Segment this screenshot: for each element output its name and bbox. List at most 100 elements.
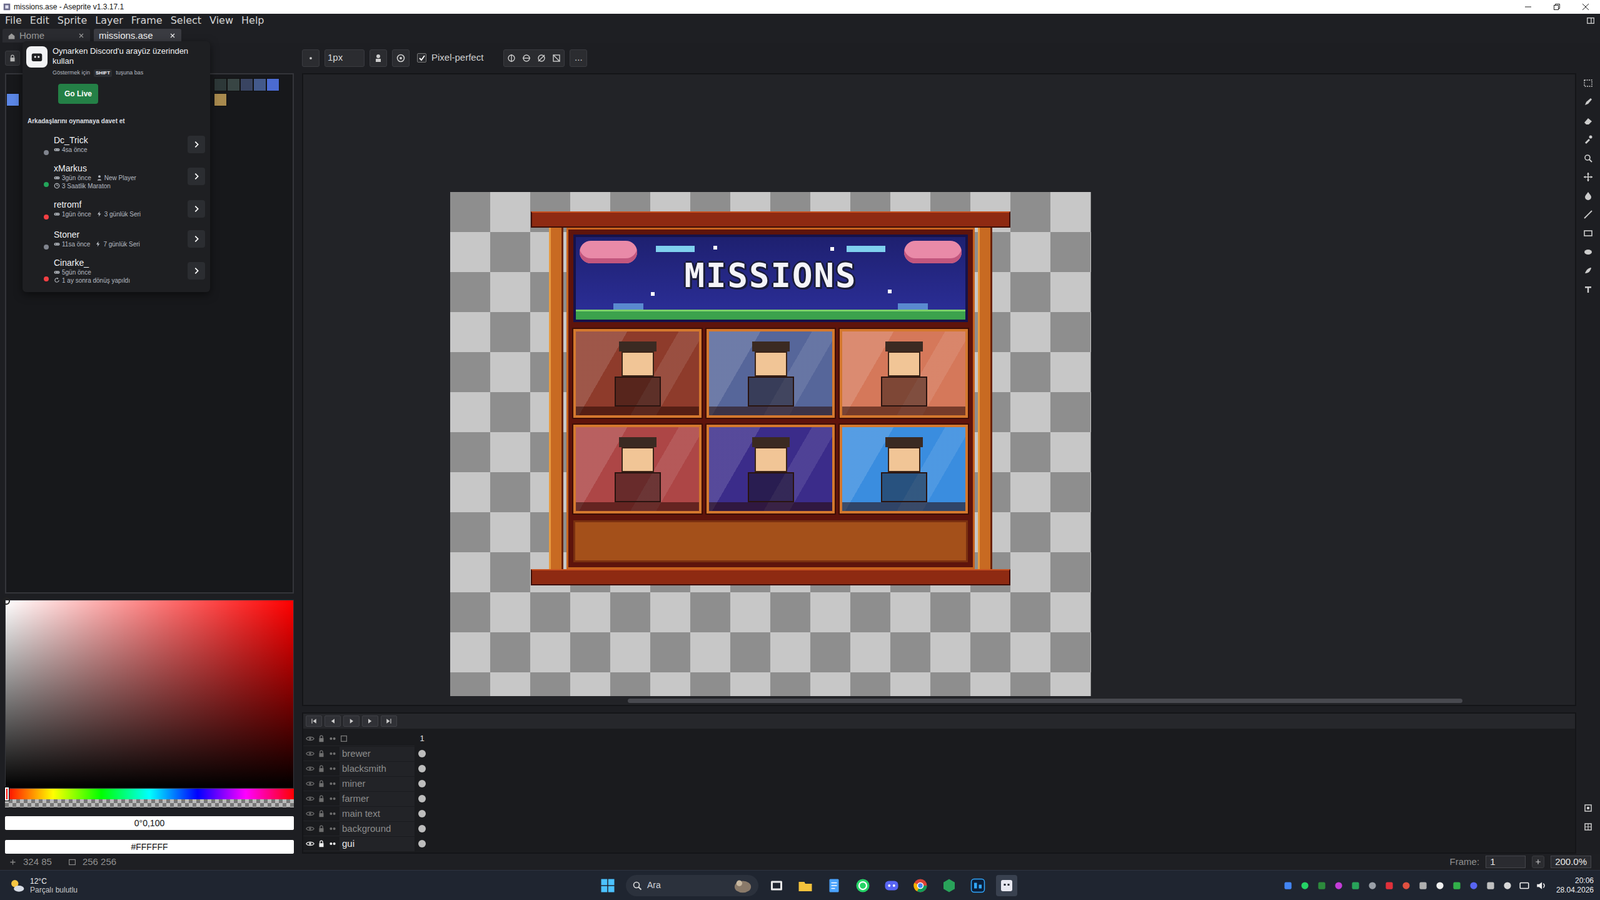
symmetry-icon[interactable] <box>521 53 532 64</box>
invite-button[interactable] <box>187 167 206 186</box>
layer-row[interactable]: gui <box>303 835 1575 851</box>
taskbar-app[interactable] <box>765 874 788 896</box>
menu-item[interactable]: Help <box>238 14 270 27</box>
taskbar-app[interactable] <box>794 874 816 896</box>
menu-item[interactable]: File <box>2 14 28 27</box>
opacity-button[interactable] <box>392 49 410 67</box>
palette-swatch[interactable] <box>213 78 227 92</box>
menu-item[interactable]: Select <box>168 14 207 27</box>
sprite-canvas[interactable]: MISSIONS <box>450 191 1092 696</box>
tool-button[interactable] <box>1579 225 1597 242</box>
palette-swatch[interactable] <box>253 78 267 92</box>
eye-icon[interactable] <box>305 839 315 848</box>
close-button[interactable] <box>1571 0 1600 14</box>
eye-icon[interactable] <box>305 779 315 788</box>
cel[interactable] <box>414 824 430 833</box>
pixel-perfect-option[interactable]: Pixel-perfect <box>417 50 484 66</box>
mission-card[interactable] <box>839 328 968 418</box>
hex-field[interactable]: #FFFFFF <box>5 839 294 854</box>
eye-icon[interactable] <box>305 764 315 773</box>
taskbar-app[interactable] <box>909 874 931 896</box>
tray-app-icon[interactable] <box>1484 879 1497 891</box>
playback-button[interactable] <box>305 715 323 727</box>
mission-card[interactable] <box>573 424 702 514</box>
eye-icon[interactable] <box>305 824 315 833</box>
lock-icon[interactable] <box>316 809 326 818</box>
tool-button[interactable] <box>1579 112 1597 129</box>
layer-group-icon[interactable] <box>339 734 349 743</box>
tool-button[interactable] <box>1579 262 1597 279</box>
link-icon[interactable] <box>328 794 338 803</box>
layer-row[interactable]: background <box>303 820 1575 836</box>
layer-name[interactable]: brewer <box>339 746 415 761</box>
layer-row[interactable]: miner <box>303 775 1575 791</box>
frame-field[interactable]: 1 <box>1485 855 1526 868</box>
menu-item[interactable]: Frame <box>128 14 169 27</box>
link-icon[interactable] <box>328 749 338 758</box>
document-tab[interactable]: missions.ase <box>93 28 182 43</box>
tool-button[interactable] <box>1579 168 1597 186</box>
hsv-field[interactable]: 0°0,100 <box>5 815 294 830</box>
minimize-button[interactable] <box>1513 0 1543 14</box>
tray-app-icon[interactable] <box>1501 879 1514 891</box>
go-live-button[interactable]: Go Live <box>58 83 99 104</box>
cel[interactable] <box>414 809 430 818</box>
link-icon[interactable] <box>328 809 338 818</box>
lock-icon[interactable] <box>316 794 326 803</box>
tool-button[interactable] <box>1579 150 1597 167</box>
playback-button[interactable] <box>343 715 360 727</box>
restore-button[interactable] <box>1542 0 1572 14</box>
add-frame-button[interactable] <box>1531 855 1545 868</box>
symmetry-icon[interactable] <box>551 53 562 64</box>
layer-name[interactable]: gui <box>339 836 415 851</box>
layer-name[interactable]: blacksmith <box>339 761 415 776</box>
playback-button[interactable] <box>380 715 398 727</box>
lock-icon[interactable] <box>316 839 326 848</box>
mission-card[interactable] <box>839 424 968 514</box>
tool-button[interactable] <box>1579 187 1597 204</box>
layer-name[interactable]: farmer <box>339 791 415 806</box>
tool-button[interactable] <box>1579 93 1597 111</box>
network-icon[interactable] <box>1518 879 1530 891</box>
invite-button[interactable] <box>187 200 206 218</box>
timeline-toggle-button[interactable] <box>1579 799 1597 816</box>
cel[interactable] <box>414 749 430 758</box>
close-icon[interactable] <box>77 31 86 40</box>
volume-icon[interactable] <box>1535 879 1547 891</box>
mission-card[interactable] <box>706 424 835 514</box>
tray-app-icon[interactable] <box>1299 879 1311 891</box>
search-placeholder[interactable]: Ara <box>647 878 729 892</box>
lock-button[interactable] <box>5 50 21 66</box>
alpha-slider[interactable] <box>5 799 294 808</box>
playback-button[interactable] <box>324 715 341 727</box>
brush-size-field[interactable]: 1px <box>324 49 365 67</box>
layout-icon[interactable] <box>1586 16 1595 26</box>
tray-app-icon[interactable] <box>1468 879 1480 891</box>
start-button[interactable] <box>597 874 619 896</box>
tool-button[interactable] <box>1579 243 1597 261</box>
taskbar-app[interactable] <box>880 874 903 896</box>
tray-app-icon[interactable] <box>1333 879 1345 891</box>
palette-swatch[interactable] <box>266 78 280 92</box>
eye-icon[interactable] <box>305 749 315 758</box>
layer-row[interactable]: blacksmith <box>303 760 1575 776</box>
tray-app-icon[interactable] <box>1417 879 1429 891</box>
tray-app-icon[interactable] <box>1383 879 1395 891</box>
document-tab[interactable]: Home <box>2 28 91 43</box>
weather-widget[interactable]: 12°CParçalı bulutlu <box>0 876 598 895</box>
menu-item[interactable]: View <box>206 14 239 27</box>
more-button[interactable]: ... <box>569 49 588 67</box>
link-icon[interactable] <box>328 734 338 743</box>
link-icon[interactable] <box>328 839 338 848</box>
pixel-perfect-checkbox[interactable] <box>417 53 427 63</box>
palette-swatch[interactable] <box>6 93 20 107</box>
cel[interactable] <box>414 779 430 788</box>
tray-app-icon[interactable] <box>1451 879 1463 891</box>
taskbar-app[interactable] <box>938 874 960 896</box>
symmetry-icon[interactable] <box>506 53 517 64</box>
tool-button[interactable] <box>1579 281 1597 298</box>
link-icon[interactable] <box>328 779 338 788</box>
menu-item[interactable]: Edit <box>27 14 56 27</box>
brush-type-button[interactable] <box>301 49 320 67</box>
tray-app-icon[interactable] <box>1316 879 1328 891</box>
